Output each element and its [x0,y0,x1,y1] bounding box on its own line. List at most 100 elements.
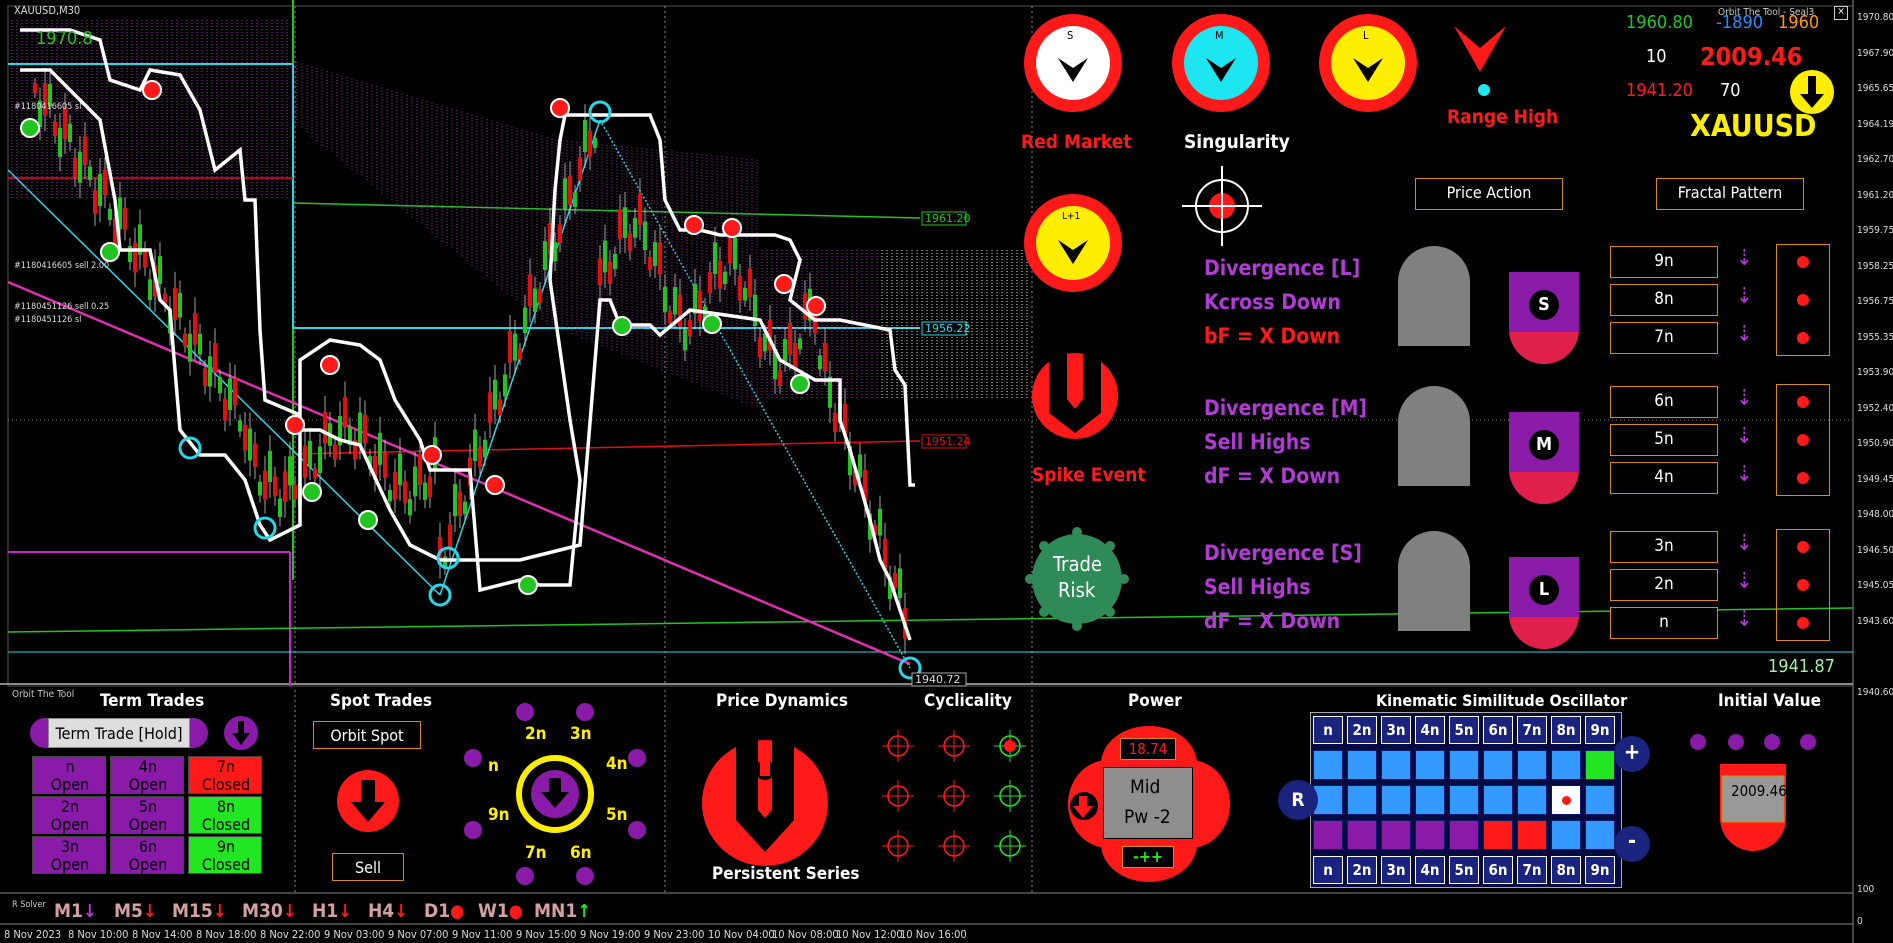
svg-text:1956.22: 1956.22 [925,322,971,335]
kso-col-top[interactable]: 6n [1483,716,1513,744]
fractal-pattern-button[interactable]: Fractal Pattern [1656,178,1804,210]
timeframe-M1[interactable]: M1↓ [54,900,97,922]
kso-cell [1415,820,1445,850]
timeframe-M30[interactable]: M30↓ [242,900,296,922]
kso-cell [1449,750,1479,780]
term-cell[interactable]: 8n Closed [188,796,262,834]
term-cell[interactable]: 9n Closed [188,836,262,874]
spike-event-label: Spike Event [1032,464,1146,486]
kso-cell [1449,820,1479,850]
cyclicality-grid [882,730,1026,862]
range-high-label: Range High [1447,106,1559,128]
kso-col-top[interactable]: 4n [1415,716,1445,744]
timeframe-H4[interactable]: H4↓ [368,900,408,922]
fractal-n-box[interactable]: 9n [1610,246,1718,278]
kso-cell [1415,785,1445,815]
fractal-n-box[interactable]: 4n [1610,462,1718,494]
divergence-line: bF = X Down [1204,324,1341,348]
kso-col-top[interactable]: 2n [1347,716,1377,744]
timeframe-H1[interactable]: H1↓ [312,900,352,922]
kso-col-top[interactable]: 3n [1381,716,1411,744]
kso-col-bottom[interactable]: 6n [1483,856,1513,884]
term-cell[interactable]: 7n Closed [188,756,262,794]
kso-r-button[interactable]: R [1278,780,1318,820]
divergence-badge: L [1509,557,1579,649]
divergence-line: Kcross Down [1204,290,1341,314]
kso-cell [1585,820,1615,850]
fractal-n-box[interactable]: 2n [1610,569,1718,601]
svg-text:1951.24: 1951.24 [925,435,971,448]
symbol-label: XAUUSD,M30 [14,4,81,17]
kso-plus-button[interactable]: + [1614,736,1650,772]
fractal-n-box[interactable]: 6n [1610,386,1718,418]
term-cell[interactable]: 6n Open [110,836,184,874]
kso-col-bottom[interactable]: 8n [1551,856,1581,884]
sell-button[interactable]: Sell [332,853,404,881]
kso-minus-button[interactable]: - [1614,826,1650,862]
down-arrow-icon: ⇣ [1736,424,1753,449]
fractal-n-box[interactable]: 8n [1610,284,1718,316]
kso-cell [1585,785,1615,815]
dial-s[interactable]: S [1024,14,1122,112]
close-icon[interactable]: × [1834,6,1848,20]
timeframe-M5[interactable]: M5↓ [114,900,157,922]
divergence-line: Sell Highs [1204,575,1311,599]
top-price-label: 1970.8 [36,28,93,49]
term-cell[interactable]: n Open [32,756,106,794]
timeframe-M15[interactable]: M15↓ [172,900,226,922]
timeframe-D1[interactable]: D1● [424,900,464,922]
timeframe-MN1[interactable]: MN1↑ [534,900,591,922]
down-arrow-icon: ⇣ [1736,462,1753,487]
term-arrow-icon [224,716,258,750]
kso-col-bottom[interactable]: 3n [1381,856,1411,884]
kso-cell [1483,820,1513,850]
kso-col-bottom[interactable]: n [1313,856,1343,884]
kso-col-bottom[interactable]: 7n [1517,856,1547,884]
divergence-line: Divergence [L] [1204,256,1361,280]
kso-col-top[interactable]: n [1313,716,1343,744]
term-cell[interactable]: 3n Open [32,836,106,874]
kso-cell [1381,820,1411,850]
down-arrow-icon: ⇣ [1736,322,1753,347]
dial-l1[interactable]: L+1 [1024,194,1122,292]
kso-cell [1585,750,1615,780]
fractal-n-box[interactable]: 3n [1610,531,1718,563]
fractal-n-box[interactable]: n [1610,607,1718,639]
dial-l[interactable]: L [1319,14,1417,112]
crosshair-icon [1182,166,1262,246]
kso-col-bottom[interactable]: 9n [1585,856,1615,884]
kso-col-top[interactable]: 5n [1449,716,1479,744]
term-cell[interactable]: 2n Open [32,796,106,834]
dial-m[interactable]: M [1172,14,1270,112]
svg-text:1940.72: 1940.72 [915,673,961,686]
kso-cell [1517,750,1547,780]
price-action-button[interactable]: Price Action [1415,178,1563,210]
kso-col-top[interactable]: 9n [1585,716,1615,744]
initial-value-icon [1690,734,1816,851]
down-arrow-icon: ⇣ [1736,284,1753,309]
kso-col-top[interactable]: 8n [1551,716,1581,744]
power-signs: -++ [1122,846,1174,868]
term-hold-pill[interactable]: Term Trade [Hold] [30,718,208,748]
kso-col-bottom[interactable]: 5n [1449,856,1479,884]
term-cell[interactable]: 4n Open [110,756,184,794]
kso-col-bottom[interactable]: 4n [1415,856,1445,884]
kso-col-top[interactable]: 7n [1517,716,1547,744]
timeframe-W1[interactable]: W1● [478,900,523,922]
down-arrow-icon [1790,70,1834,114]
down-arrow-icon: ⇣ [1736,531,1753,556]
orbit-spot-button[interactable]: Orbit Spot [313,721,421,749]
kso-cell [1313,750,1343,780]
term-cell[interactable]: 5n Open [110,796,184,834]
down-arrow-icon: ⇣ [1736,246,1753,271]
fractal-n-box[interactable]: 5n [1610,424,1718,456]
kso-cell [1449,785,1479,815]
kso-cell [1415,750,1445,780]
red-market-label: Red Market [1021,131,1132,153]
divergence-badge: S [1509,272,1579,364]
kso-col-bottom[interactable]: 2n [1347,856,1377,884]
divergence-line: Divergence [S] [1204,541,1362,565]
fractal-n-box[interactable]: 7n [1610,322,1718,354]
current-price: 1941.87 [1768,656,1835,677]
term-trades-title: Term Trades [100,691,205,711]
